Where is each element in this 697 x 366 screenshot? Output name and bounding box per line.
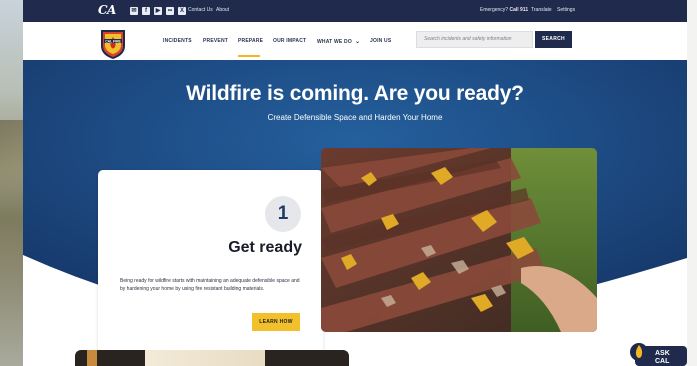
contact-us-link[interactable]: Contact Us (188, 7, 213, 13)
website: CA ✉ f ▶ •• X Contact Us About Emergency… (23, 0, 687, 366)
card-title: Get ready (228, 239, 302, 256)
nav-item-our-impact[interactable]: OUR IMPACT (273, 38, 306, 44)
card-image-highlight (145, 350, 265, 366)
emergency-label: Emergency? (480, 7, 509, 13)
translate-link[interactable]: Translate (531, 7, 552, 13)
search-input[interactable]: Search incidents and safety information (416, 31, 533, 48)
ask-label-line1: ASK (655, 350, 670, 357)
nav-item-prevent[interactable]: PREVENT (203, 38, 228, 44)
hero-subtitle: Create Defensible Space and Harden Your … (267, 113, 443, 122)
nav-item-what-we-do[interactable]: WHAT WE DO ⌄ (317, 38, 360, 45)
badge-text: CAL FIRE (105, 39, 121, 43)
ca-gov-logo[interactable]: CA (98, 3, 116, 17)
step-number: 1 (265, 196, 301, 232)
main-nav: CAL FIRE INCIDENTS PREVENT PREPARE OUR I… (23, 22, 687, 60)
hero-section: Wildfire is coming. Are you ready? Creat… (23, 60, 687, 366)
step-card: 1 Get ready Being ready for wildfire sta… (98, 170, 323, 366)
social-links: ✉ f ▶ •• X (130, 7, 186, 15)
card-image-detail (87, 350, 97, 366)
x-icon[interactable]: X (178, 7, 186, 15)
card-body: Being ready for wildfire starts with mai… (120, 278, 300, 292)
background-photo-strip (0, 0, 23, 366)
nav-item-prepare[interactable]: PREPARE (238, 38, 263, 44)
screen: CA ✉ f ▶ •• X Contact Us About Emergency… (0, 0, 697, 366)
ask-label-line2: CAL FIRE (655, 358, 670, 365)
settings-link[interactable]: Settings (557, 7, 575, 13)
utility-bar: CA ✉ f ▶ •• X Contact Us About Emergency… (23, 0, 687, 22)
nav-item-what-we-do-label: WHAT WE DO (317, 39, 352, 45)
nav-item-incidents[interactable]: INCIDENTS (163, 38, 192, 44)
youtube-icon[interactable]: ▶ (154, 7, 162, 15)
hero-title: Wildfire is coming. Are you ready? (186, 82, 524, 105)
cal-fire-badge-logo[interactable]: CAL FIRE (99, 28, 127, 60)
chevron-down-icon: ⌄ (354, 39, 361, 45)
search-button[interactable]: SEARCH (535, 31, 572, 48)
ask-cal-fire-label[interactable]: ASK CAL FIRE (655, 350, 687, 366)
flickr-icon[interactable]: •• (166, 7, 174, 15)
about-link[interactable]: About (216, 7, 229, 13)
emergency-notice: Emergency? Call 911 (480, 7, 528, 13)
facebook-icon[interactable]: f (142, 7, 150, 15)
nav-item-join-us[interactable]: JOIN US (370, 38, 391, 44)
emergency-call[interactable]: Call 911 (509, 7, 528, 13)
next-step-card-image (75, 350, 349, 366)
learn-how-button[interactable]: LEARN HOW (252, 313, 300, 331)
email-icon[interactable]: ✉ (130, 7, 138, 15)
gutter-leaves-photo (321, 148, 597, 332)
active-nav-indicator (238, 55, 260, 57)
